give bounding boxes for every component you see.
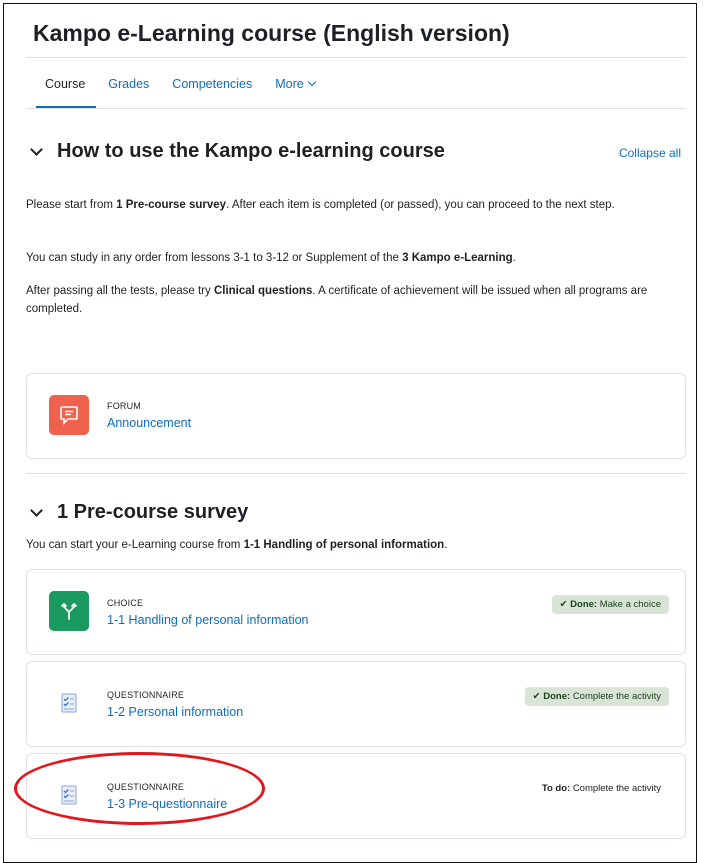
chevron-down-icon[interactable]	[30, 504, 43, 517]
collapse-all-link[interactable]: Collapse all	[619, 146, 681, 160]
activity-card-choice: Choice 1-1 Handling of personal informat…	[26, 569, 686, 655]
completion-status-badge: ✔ Done: Complete the activity	[524, 687, 669, 706]
chevron-down-icon[interactable]	[30, 143, 43, 156]
activity-link[interactable]: 1-2 Personal information	[107, 705, 243, 719]
divider	[26, 473, 686, 474]
tab-competencies[interactable]: Competencies	[160, 74, 263, 108]
activity-card-questionnaire: Questionnaire 1-2 Personal information ✔…	[26, 661, 686, 747]
section-title: How to use the Kampo e-learning course	[57, 140, 445, 162]
activity-link[interactable]: Announcement	[107, 416, 191, 430]
questionnaire-icon	[49, 775, 89, 815]
instruction-paragraph: Please start from 1 Pre-course survey. A…	[26, 199, 615, 211]
section-title: 1 Pre-course survey	[57, 501, 249, 523]
section-header-how-to-use[interactable]: How to use the Kampo e-learning course	[26, 140, 445, 163]
course-tabs: Course Grades Competencies More	[36, 74, 326, 108]
instruction-paragraph: You can study in any order from lessons …	[26, 252, 516, 264]
section-header-pre-course-survey[interactable]: 1 Pre-course survey	[26, 501, 248, 524]
activity-card-questionnaire: Questionnaire 1-3 Pre-questionnaire To d…	[26, 753, 686, 839]
tab-grades[interactable]: Grades	[96, 74, 160, 108]
activity-type: Questionnaire	[107, 690, 185, 700]
section-description: You can start your e-Learning course fro…	[26, 539, 448, 551]
forum-icon	[49, 395, 89, 435]
page-frame: Kampo e-Learning course (English version…	[3, 3, 697, 863]
activity-type: Questionnaire	[107, 782, 185, 792]
chevron-down-icon	[307, 77, 316, 87]
activity-type: Forum	[107, 401, 141, 411]
instruction-paragraph: After passing all the tests, please try …	[26, 285, 648, 315]
divider	[26, 57, 686, 58]
questionnaire-icon	[49, 683, 89, 723]
activity-link[interactable]: 1-1 Handling of personal information	[107, 613, 309, 627]
completion-status-badge: To do: Complete the activity	[541, 783, 661, 794]
divider	[26, 108, 686, 109]
page-title: Kampo e-Learning course (English version…	[33, 20, 510, 46]
activity-link[interactable]: 1-3 Pre-questionnaire	[107, 797, 227, 811]
completion-status-badge: ✔ Done: Make a choice	[551, 595, 669, 614]
tab-more[interactable]: More	[263, 74, 325, 108]
choice-icon	[49, 591, 89, 631]
activity-card-announcement: Forum Announcement	[26, 373, 686, 459]
activity-type: Choice	[107, 598, 144, 608]
tab-course[interactable]: Course	[36, 74, 97, 108]
